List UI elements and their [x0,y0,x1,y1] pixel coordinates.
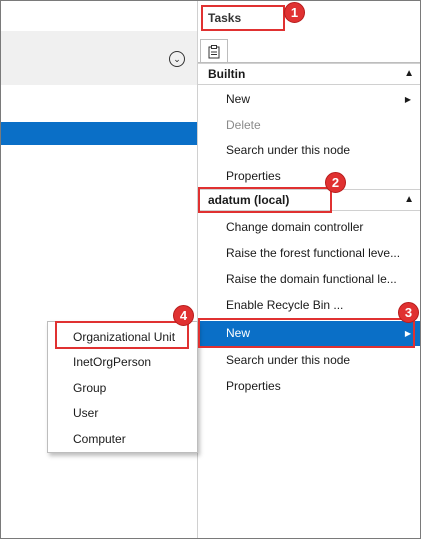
action-label: Search under this node [226,353,351,367]
action-search-adatum[interactable]: Search under this node [198,348,420,373]
selected-tree-node[interactable] [1,122,198,145]
submenu-item-user[interactable]: User [48,400,197,426]
action-properties-adatum[interactable]: Properties [198,374,420,399]
submenu-item-group[interactable]: Group [48,375,197,401]
submenu-item-inetorgperson[interactable]: InetOrgPerson [48,349,197,375]
section-header-label: Builtin [208,67,246,81]
callout-badge-4: 4 [173,305,194,326]
section-header-builtin[interactable]: Builtin ▲ [198,63,420,85]
chevron-up-icon[interactable]: ▲ [404,64,414,84]
callout-badge-3: 3 [398,302,419,323]
action-label: New [226,92,251,106]
action-search-builtin[interactable]: Search under this node [198,138,420,163]
left-pane: ⌄ [1,1,198,538]
callout-box-adatum [198,187,332,213]
submenu-item-computer[interactable]: Computer [48,426,197,452]
actions-pane: Tasks Builtin ▲ New ▶ Delete Search unde… [198,1,420,538]
action-label: Search under this node [226,143,351,157]
action-delete[interactable]: Delete [198,113,420,138]
triangle-right-icon: ▶ [404,95,411,104]
callout-box-organizational-unit [55,321,189,349]
action-label: Change domain controller [226,220,364,234]
action-label: Raise the forest functional leve... [226,246,401,260]
action-new-builtin[interactable]: New ▶ [198,87,420,112]
callout-badge-2: 2 [325,172,346,193]
action-raise-domain-level[interactable]: Raise the domain functional le... [198,267,420,292]
action-label: Properties [226,379,281,393]
callout-box-new [198,318,415,348]
actions-tab[interactable] [200,39,228,63]
chevron-up-icon[interactable]: ▲ [404,190,414,210]
action-change-domain-controller[interactable]: Change domain controller [198,215,420,240]
action-label: Enable Recycle Bin ... [226,298,344,312]
clipboard-icon [208,44,220,58]
action-label: Raise the domain functional le... [226,272,397,286]
action-raise-forest-level[interactable]: Raise the forest functional leve... [198,241,420,266]
callout-badge-1: 1 [284,2,305,23]
action-label: Properties [226,169,281,183]
action-properties-builtin[interactable]: Properties [198,164,420,189]
action-label: Delete [226,118,261,132]
circle-chevron-down-icon[interactable]: ⌄ [169,51,185,67]
action-enable-recycle-bin[interactable]: Enable Recycle Bin ... [198,293,420,318]
callout-box-tasks [201,5,285,31]
